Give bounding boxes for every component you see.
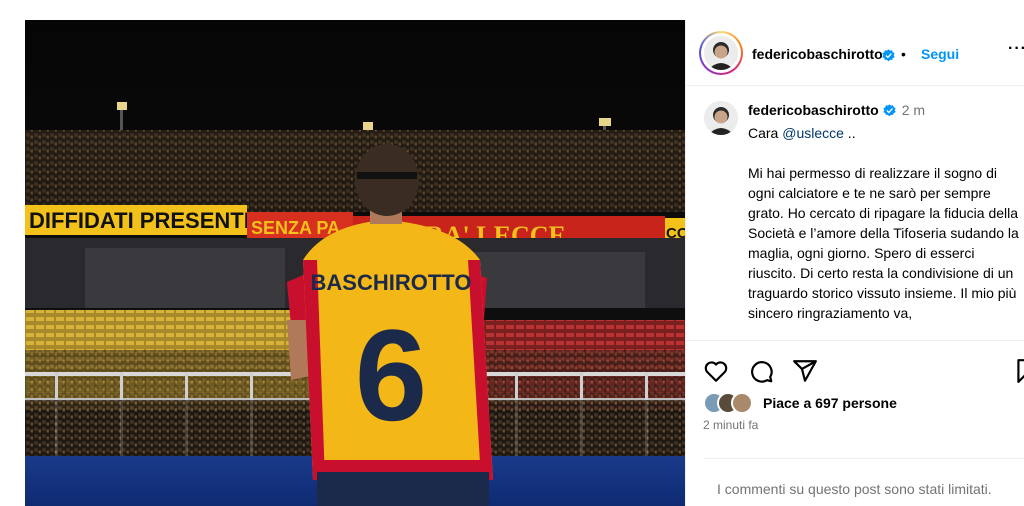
post-timestamp[interactable]: 2 minuti fa bbox=[703, 418, 758, 432]
stadium-photo-illustration: DIFFIDATI PRESENTI SENZA PA RA' LECCE CO bbox=[25, 20, 685, 506]
caption-header: federicobaschirotto 2 m bbox=[748, 102, 925, 118]
comments-section: I commenti su questo post sono stati lim… bbox=[703, 458, 1024, 497]
caption-ellipsis: .. bbox=[843, 125, 856, 141]
comments-limited-notice: I commenti su questo post sono stati lim… bbox=[717, 481, 992, 497]
caption-timestamp[interactable]: 2 m bbox=[902, 102, 925, 118]
mention-link[interactable]: @uslecce bbox=[782, 125, 844, 141]
profile-photo-icon bbox=[704, 36, 738, 70]
instagram-post-modal: DIFFIDATI PRESENTI SENZA PA RA' LECCE CO bbox=[0, 0, 1024, 506]
comment-icon[interactable] bbox=[748, 358, 774, 384]
caption-greeting: Cara bbox=[748, 125, 783, 141]
avatar[interactable] bbox=[704, 36, 738, 70]
caption-text: Cara @uslecce .. Mi hai permesso di real… bbox=[748, 123, 1024, 323]
caption-section: federicobaschirotto 2 m Cara @uslecce ..… bbox=[686, 86, 1024, 340]
jersey-name: BASCHIROTTO bbox=[311, 270, 472, 295]
banner-left-text: DIFFIDATI PRESENTI bbox=[29, 208, 250, 233]
story-ring[interactable] bbox=[699, 31, 743, 75]
more-options-icon[interactable]: ··· bbox=[1008, 40, 1024, 58]
avatar bbox=[731, 392, 753, 414]
follow-button[interactable]: Segui bbox=[921, 46, 959, 62]
jersey-number: 6 bbox=[355, 302, 427, 448]
post-author-username[interactable]: federicobaschirotto bbox=[752, 46, 883, 62]
avatar[interactable] bbox=[704, 101, 738, 135]
likes-count[interactable]: Piace a 697 persone bbox=[763, 395, 897, 411]
banner-middle-text: SENZA PA bbox=[251, 218, 340, 238]
page-margin bbox=[0, 0, 25, 506]
separator-dot: • bbox=[901, 46, 906, 62]
liker-avatars bbox=[703, 392, 759, 414]
verified-badge-icon bbox=[878, 47, 895, 65]
caption-body: Mi hai permesso di realizzare il sogno d… bbox=[748, 165, 1019, 321]
profile-photo-icon bbox=[704, 101, 738, 135]
caption-username[interactable]: federicobaschirotto bbox=[748, 102, 879, 118]
bookmark-icon[interactable] bbox=[1013, 358, 1024, 384]
heart-icon[interactable] bbox=[703, 358, 729, 384]
post-header: federicobaschirotto • Segui ··· bbox=[686, 20, 1024, 86]
post-photo[interactable]: DIFFIDATI PRESENTI SENZA PA RA' LECCE CO bbox=[25, 20, 685, 506]
post-side-panel: federicobaschirotto • Segui ··· bbox=[685, 20, 1024, 506]
action-bar bbox=[686, 340, 1024, 390]
verified-badge-icon bbox=[879, 102, 896, 118]
send-icon[interactable] bbox=[792, 358, 818, 384]
